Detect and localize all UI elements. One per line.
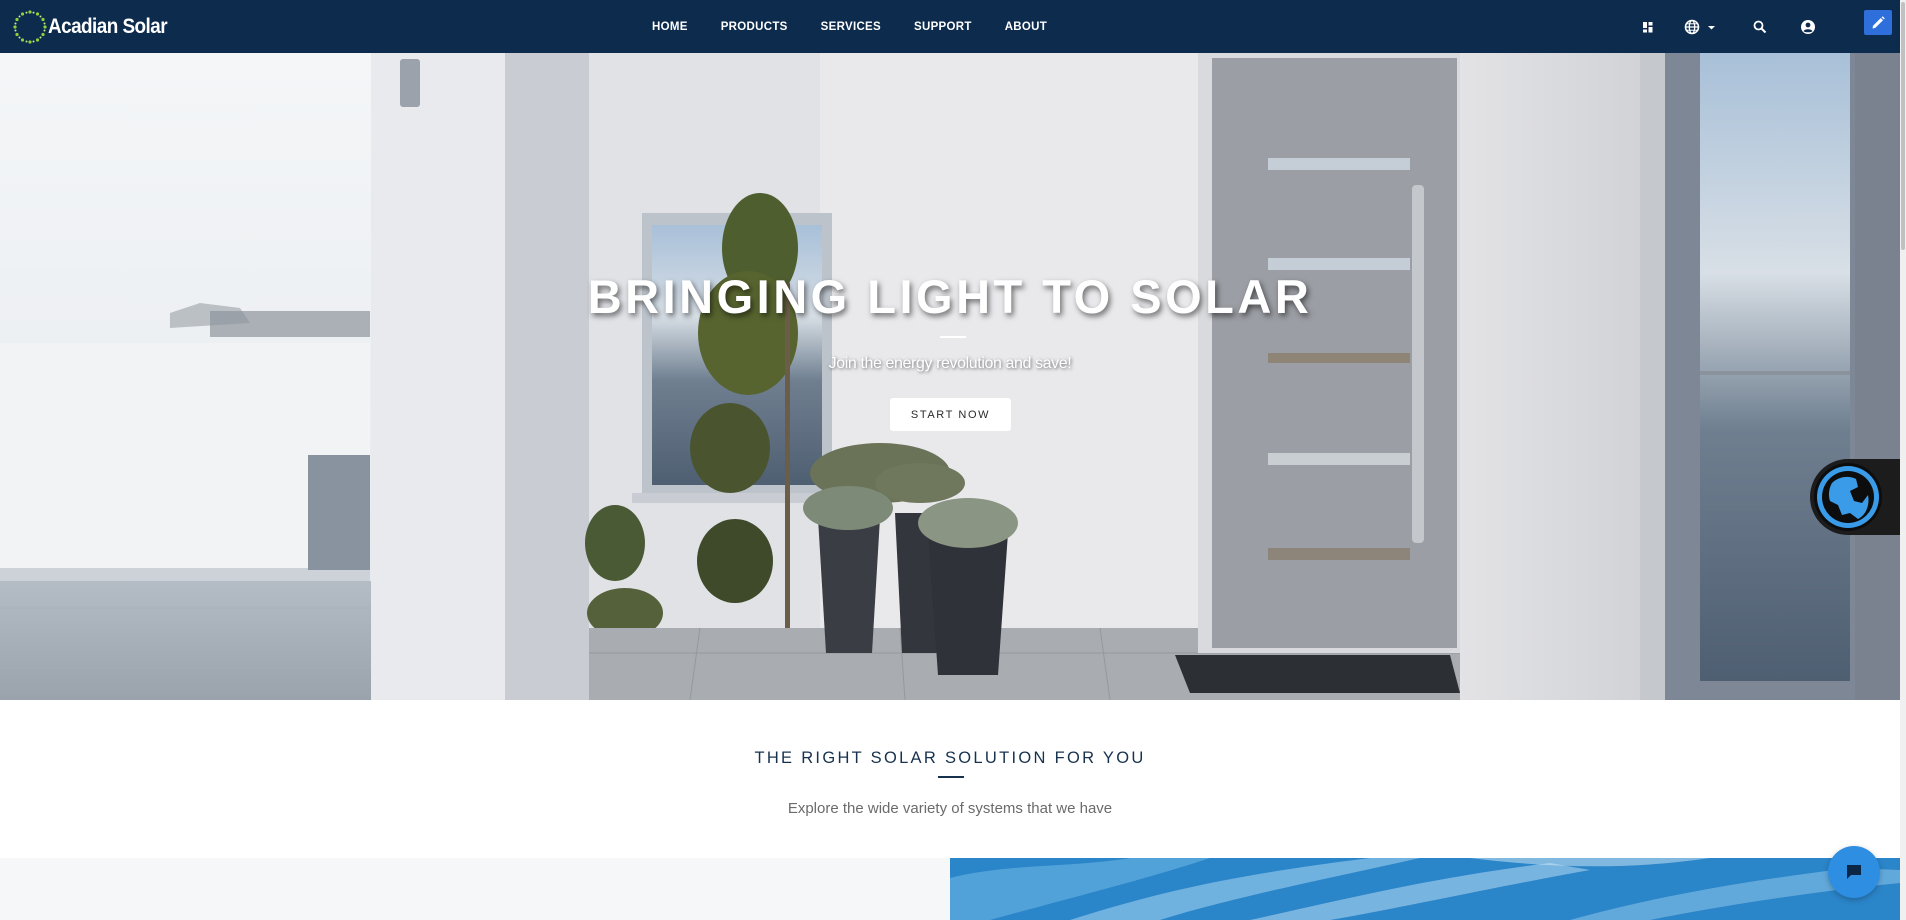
user-icon[interactable] [1799, 18, 1817, 36]
globe-icon[interactable] [1683, 18, 1701, 36]
globe-icon [1814, 463, 1882, 531]
hero-background-image [0, 53, 1900, 700]
nav-products[interactable]: PRODUCTS [721, 21, 788, 33]
apps-icon[interactable] [1639, 18, 1657, 36]
chat-button[interactable] [1828, 846, 1880, 898]
top-navbar: Acadian Solar HOME PRODUCTS SERVICES SUP… [0, 0, 1900, 53]
chevron-down-icon[interactable] [1703, 18, 1721, 36]
nav-services[interactable]: SERVICES [821, 21, 881, 33]
brand-name: Acadian Solar [48, 15, 168, 38]
sky-image [950, 858, 1900, 920]
hero-subtitle: Join the energy revolution and save! [828, 355, 1072, 372]
hero-divider [940, 336, 966, 338]
sun-dots-icon [13, 10, 47, 44]
nav-about[interactable]: ABOUT [1005, 21, 1047, 33]
section-subtitle: Explore the wide variety of systems that… [787, 800, 1113, 817]
hero-banner: BRINGING LIGHT TO SOLAR Join the energy … [0, 53, 1900, 700]
section-divider [938, 776, 964, 778]
edit-icon [1872, 15, 1885, 28]
content-panel-left [0, 858, 950, 920]
page: Acadian Solar HOME PRODUCTS SERVICES SUP… [0, 0, 1906, 920]
start-now-button[interactable]: START NOW [890, 398, 1011, 431]
language-widget[interactable] [1810, 459, 1900, 535]
brand-logo[interactable]: Acadian Solar [12, 7, 180, 47]
nav-support[interactable]: SUPPORT [914, 21, 972, 33]
chat-icon [1847, 865, 1861, 879]
nav-home[interactable]: HOME [652, 21, 688, 33]
hero-title: BRINGING LIGHT TO SOLAR [587, 270, 1313, 323]
scrollbar-thumb[interactable] [1901, 2, 1905, 250]
search-icon[interactable] [1751, 18, 1769, 36]
edit-button[interactable] [1864, 10, 1892, 35]
main-nav: HOME PRODUCTS SERVICES SUPPORT ABOUT [652, 0, 1080, 53]
section-title: THE RIGHT SOLAR SOLUTION FOR YOU [754, 749, 1146, 767]
sky-image-panel [950, 858, 1900, 920]
